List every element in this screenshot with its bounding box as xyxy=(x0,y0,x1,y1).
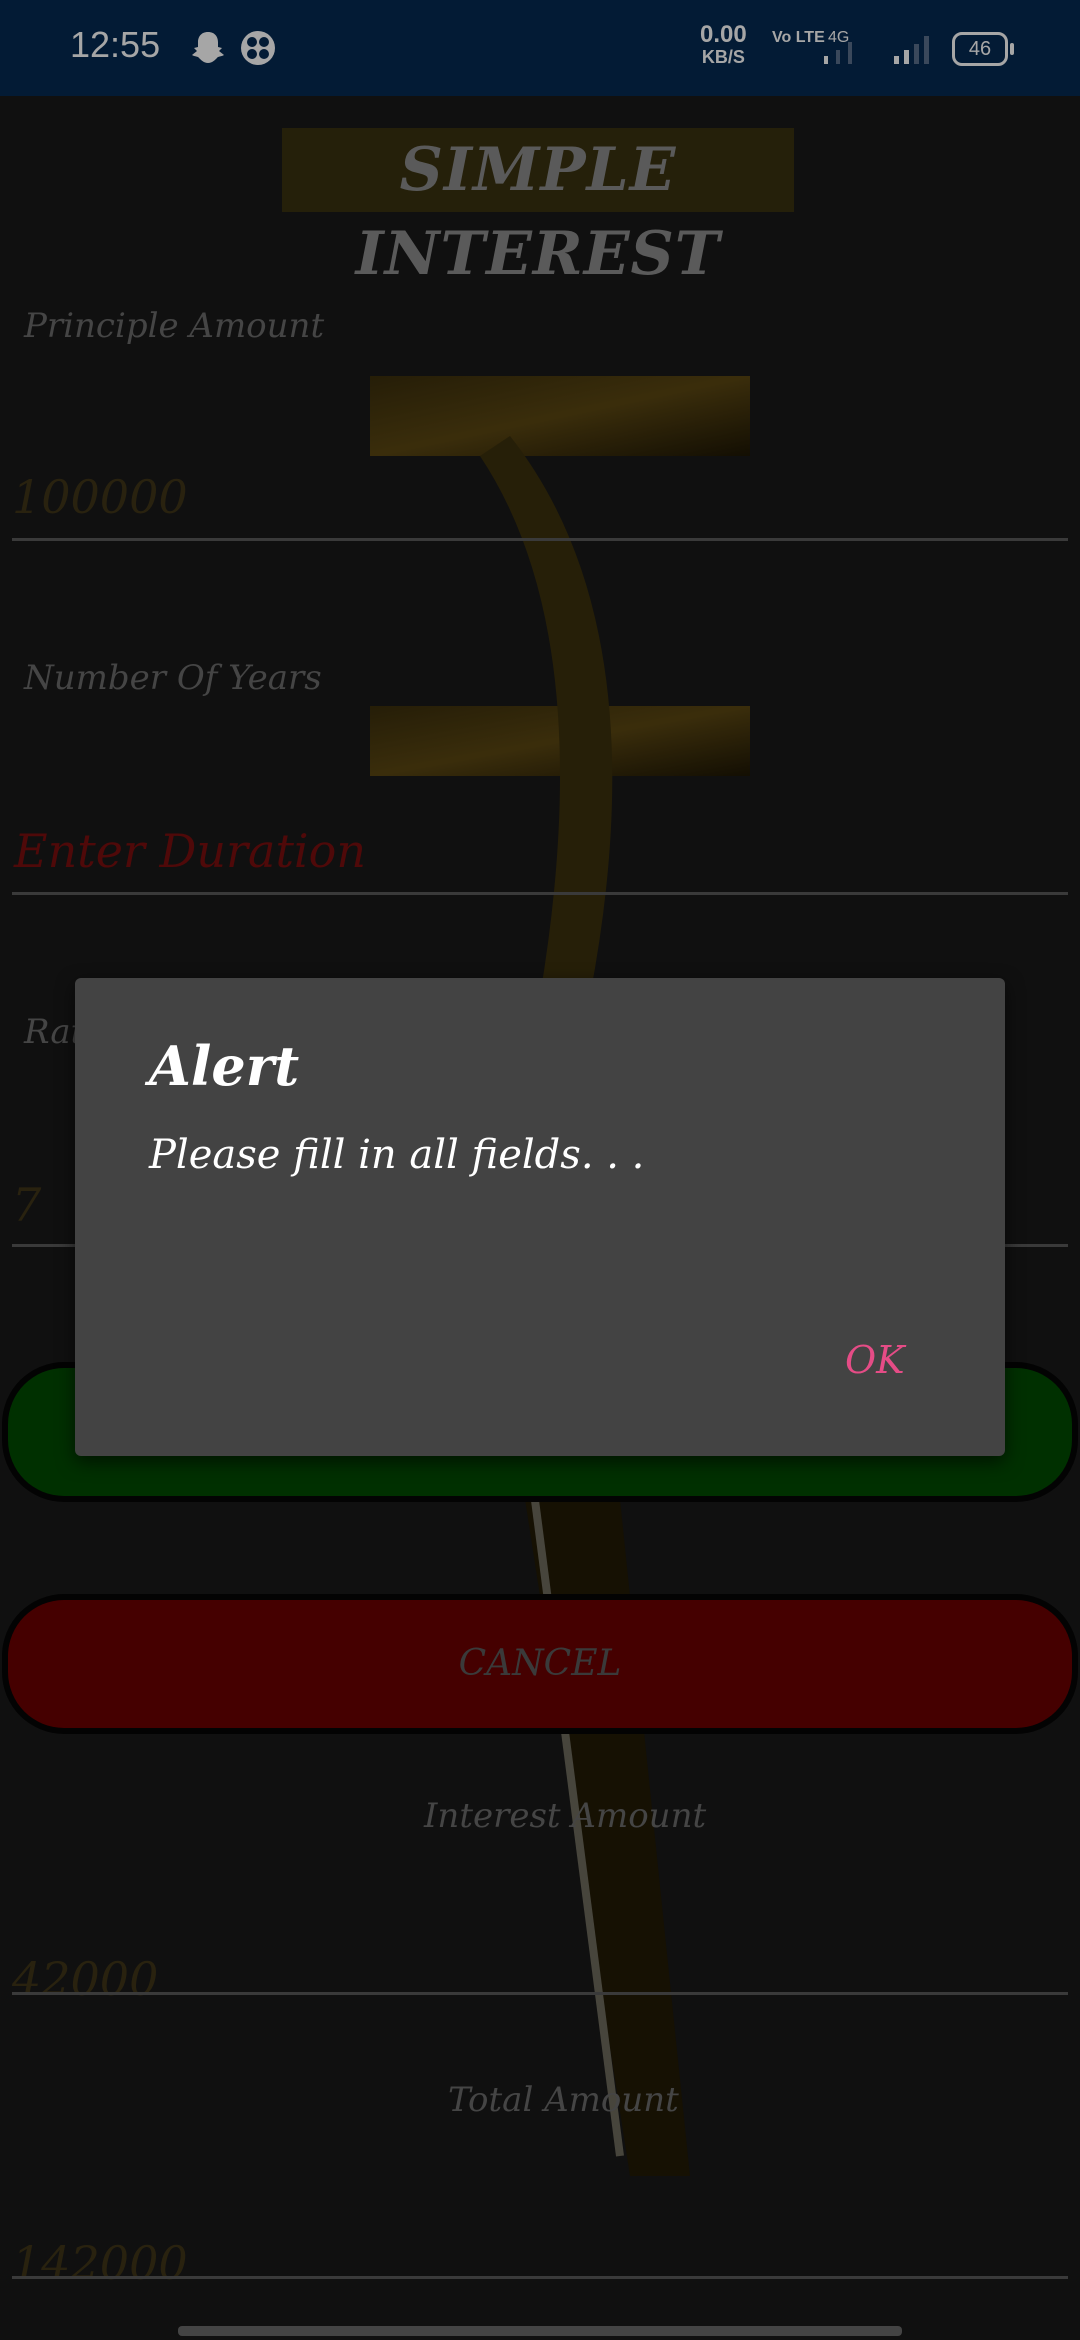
dialog-message: Please fill in all fields. . . xyxy=(149,1132,645,1178)
gesture-navigation-bar[interactable] xyxy=(178,2326,902,2336)
alert-dialog: Alert Please fill in all fields. . . OK xyxy=(75,978,1005,1456)
dialog-title: Alert xyxy=(149,1034,300,1098)
ok-button[interactable]: OK xyxy=(845,1338,905,1382)
